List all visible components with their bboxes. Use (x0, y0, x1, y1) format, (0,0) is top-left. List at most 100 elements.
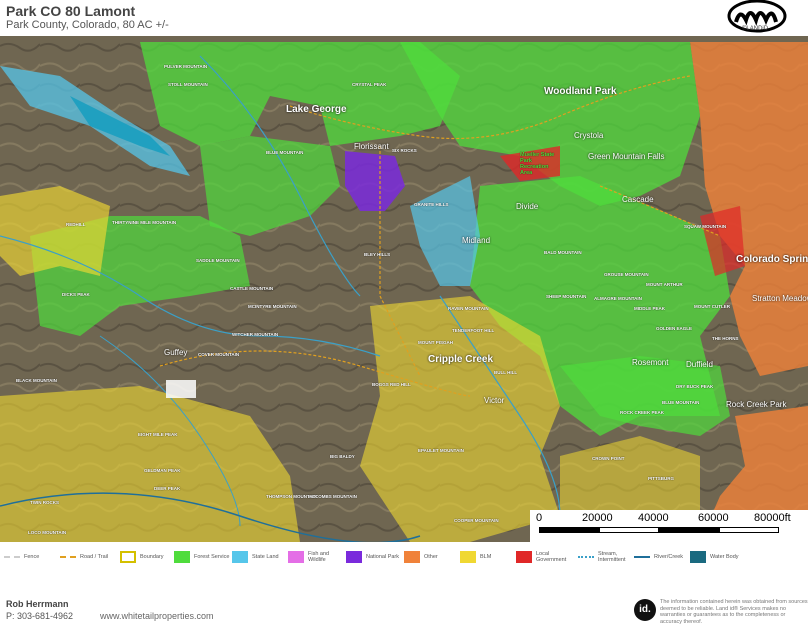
scale-label: 20000 (582, 512, 613, 524)
feature-label: LOCO MOUNTAIN (28, 530, 67, 535)
town-label: Guffey (164, 348, 188, 357)
legend-label: Stream, Intermittent (598, 551, 626, 563)
legend-label: State Land (252, 554, 279, 560)
town-label: Rock Creek Park (726, 400, 787, 409)
legend-item-other: Other (404, 547, 438, 567)
feature-label: BIG BALDY (330, 454, 355, 459)
town-label: Crystola (574, 131, 604, 140)
feature-label: BLACK MOUNTAIN (16, 378, 57, 383)
feature-label: SADDLE MOUNTAIN (196, 258, 240, 263)
legend: Fence Road / Trail Boundary Forest Servi… (0, 543, 808, 569)
legend-item-stream: Stream, Intermittent (578, 547, 636, 567)
feature-label: MIDDLE PEAK (634, 306, 666, 311)
feature-label: SQUAW MOUNTAIN (684, 224, 727, 229)
feature-label: STOLL MOUNTAIN (168, 82, 208, 87)
town-label: Florissant (354, 142, 389, 151)
town-label: Woodland Park (544, 86, 617, 97)
town-label: Green Mountain Falls (588, 152, 665, 161)
feature-label: DRY BUCK PEAK (676, 384, 714, 389)
feature-label: COOPER MOUNTAIN (454, 518, 499, 523)
legend-label: BLM (480, 554, 492, 560)
local-government-swatch-icon (516, 551, 532, 563)
fence-line-icon (4, 556, 20, 558)
feature-label: GELDMAN PEAK (144, 468, 181, 473)
agent-phone[interactable]: P: 303-681-4962 (6, 611, 73, 621)
legend-label: Water Body (710, 554, 739, 560)
legend-item-road: Road / Trail (60, 547, 108, 567)
fish-wildlife-swatch-icon (288, 551, 304, 563)
scale-segment (599, 527, 659, 533)
town-label: Cripple Creek (428, 354, 494, 365)
town-label: Divide (516, 202, 539, 211)
legend-item-boundary: Boundary (120, 547, 164, 567)
legend-label: Local Government (536, 551, 567, 563)
legend-label: River/Creek (654, 554, 684, 560)
feature-label: CROWN POINT (592, 456, 625, 461)
scale-bar: 0 20000 40000 60000 80000ft (530, 510, 808, 542)
legend-item-forest-service: Forest Service (174, 547, 229, 567)
legend-label: Other (424, 554, 438, 560)
feature-label: EIGHT MILE PEAK (138, 432, 178, 437)
other-swatch-icon (404, 551, 420, 563)
feature-label: DICKS PEAK (62, 292, 90, 297)
website-link[interactable]: www.whitetailproperties.com (100, 611, 214, 621)
town-label: Victor (484, 396, 505, 405)
feature-label: BALD MOUNTAIN (544, 250, 582, 255)
legend-label: Fish and Wildlife (308, 551, 330, 563)
header: Park CO 80 Lamont Park County, Colorado,… (0, 0, 808, 36)
scale-segment (659, 527, 719, 533)
feature-label: BLUE MOUNTAIN (266, 150, 304, 155)
feature-label: EPAULET MOUNTAIN (418, 448, 464, 453)
legend-label: National Park (366, 554, 400, 560)
town-label: Cascade (622, 195, 654, 204)
agent-name: Rob Herrmann (6, 599, 69, 609)
blm-area-west (0, 186, 110, 276)
town-label: Colorado Springs (736, 254, 808, 265)
scale-label: 60000 (698, 512, 729, 524)
legend-label: Boundary (140, 554, 164, 560)
feature-label: REDHILL (66, 222, 86, 227)
feature-label: BLEY HILLS (364, 252, 391, 257)
map-view[interactable]: Lake George Woodland Park Crystola Green… (0, 36, 808, 542)
feature-label: GROUSE MOUNTAIN (604, 272, 649, 277)
feature-label: BULL HILL (494, 370, 518, 375)
town-label: Stratton Meadows (752, 294, 808, 303)
scale-label: 40000 (638, 512, 669, 524)
legend-item-state-land: State Land (232, 547, 279, 567)
feature-label: GRANITE HILLS (414, 202, 449, 207)
feature-label: THIRTYNINE MILE MOUNTAIN (112, 220, 177, 225)
recreation-area-label: Mueller State Park Recreation Area (520, 152, 555, 176)
feature-label: THE HORNS (712, 336, 739, 341)
legend-item-fish-wildlife: Fish and Wildlife (288, 547, 334, 567)
town-label: Lake George (286, 104, 347, 115)
road-line-icon (60, 556, 76, 558)
national-park-swatch-icon (346, 551, 362, 563)
boundary-icon (120, 551, 136, 563)
logo-caption: ©LANDiD (742, 26, 769, 32)
map-subtitle: Park County, Colorado, 80 AC +/- (6, 19, 169, 31)
scale-label: 80000ft (754, 512, 791, 524)
scale-segment (539, 527, 599, 533)
feature-label: MOUNT PISGAH (418, 340, 454, 345)
disclaimer-text: The information contained herein was obt… (660, 599, 808, 625)
feature-label: MCINTYRE MOUNTAIN (248, 304, 297, 309)
town-label: Midland (462, 236, 491, 245)
feature-label: MOUNT CUTLER (694, 304, 730, 309)
state-land-swatch-icon (232, 551, 248, 563)
feature-label: RAVEN MOUNTAIN (448, 306, 489, 311)
property-boundary (166, 380, 196, 398)
feature-label: CASTLE MOUNTAIN (230, 286, 274, 291)
forest-service-swatch-icon (174, 551, 190, 563)
legend-label: Forest Service (194, 554, 230, 560)
legend-item-water-body: Water Body (690, 547, 739, 567)
town-label: Rosemont (632, 358, 669, 367)
legend-label: Fence (24, 554, 40, 560)
feature-label: BLUE MOUNTAIN (662, 400, 700, 405)
scale-label: 0 (536, 512, 543, 524)
feature-label: PITTSBURG (648, 476, 675, 481)
feature-label: ALMAGRE MOUNTAIN (594, 296, 642, 301)
feature-label: SIX ROCKS (392, 148, 417, 153)
legend-item-fence: Fence (4, 547, 39, 567)
legend-item-river: River/Creek (634, 547, 683, 567)
feature-label: BOGGS RED HILL (372, 382, 411, 387)
